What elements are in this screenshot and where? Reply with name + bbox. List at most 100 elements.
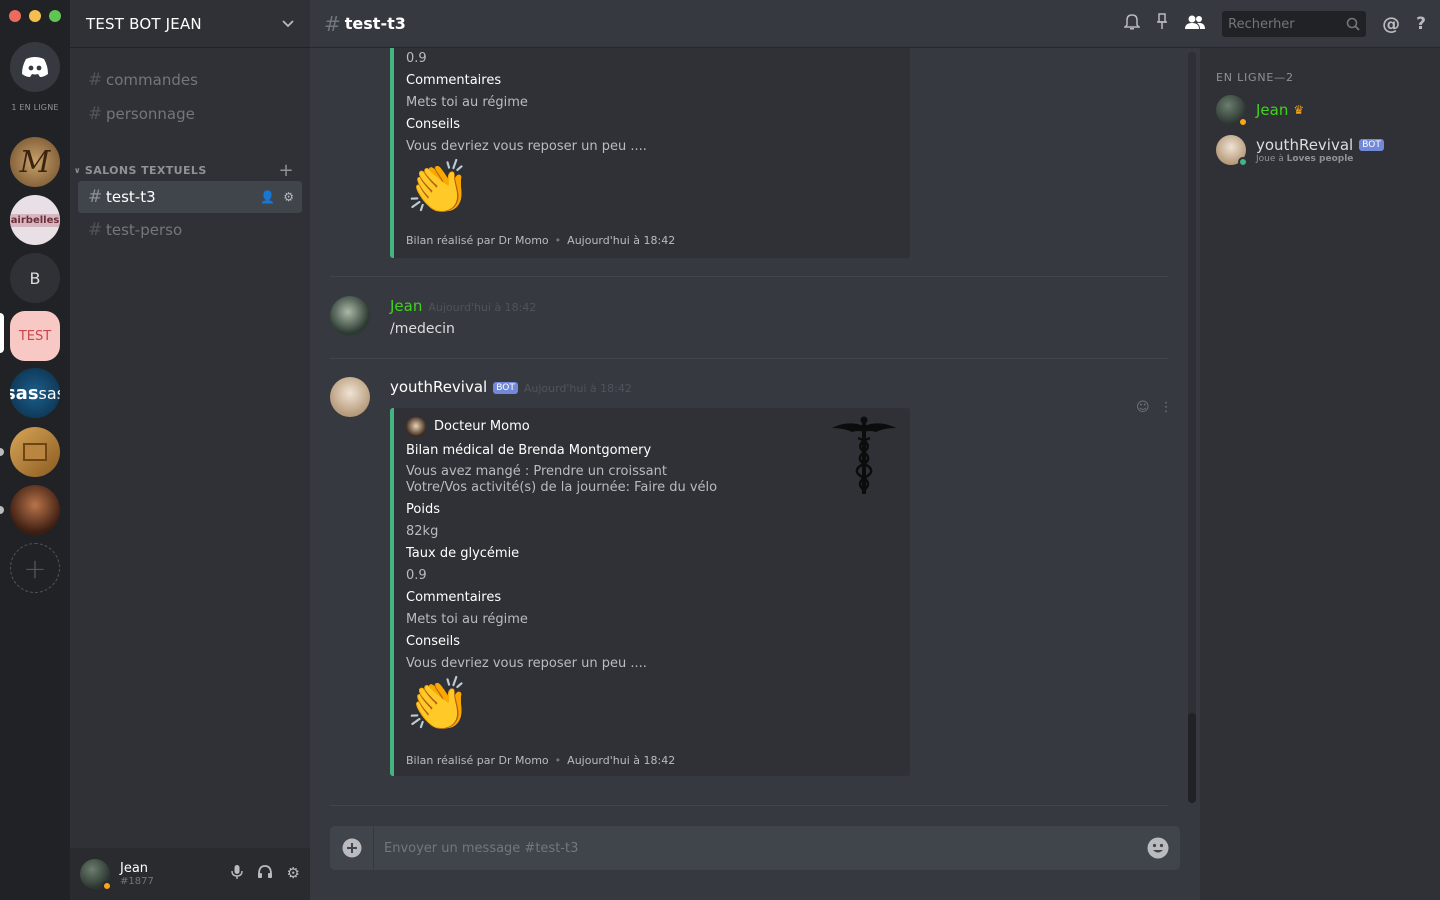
- chat-area: # test-t3 Recherher @ ? 0.9 Commentaires…: [310, 0, 1440, 900]
- member-name: youthRevival: [1256, 136, 1354, 154]
- server-sas-icon[interactable]: sassas: [10, 368, 60, 418]
- pin-icon[interactable]: [1156, 13, 1168, 35]
- add-server-plus: +: [23, 551, 47, 585]
- clapping-hands-emoji: 👏: [406, 158, 471, 218]
- category-header[interactable]: ∨ SALONS TEXTUELS +: [74, 160, 302, 181]
- help-icon[interactable]: ?: [1416, 14, 1426, 34]
- bot-badge: BOT: [1359, 139, 1384, 151]
- embed-footer-time: Aujourd'hui à 18:42: [567, 754, 676, 767]
- scrollbar-thumb[interactable]: [1188, 713, 1196, 803]
- server-b-icon[interactable]: B: [10, 253, 60, 303]
- mention-icon[interactable]: @: [1382, 14, 1400, 35]
- member-list: EN LIGNE—2 Jean ♛ youthRevival BOT Joue …: [1200, 48, 1440, 900]
- member-item-youthrevival[interactable]: youthRevival BOT Joue à Loves people: [1216, 130, 1436, 170]
- author-name[interactable]: Jean: [390, 297, 422, 315]
- search-icon: [1346, 17, 1360, 31]
- channel-test-t3[interactable]: # test-t3 👤 ⚙: [78, 181, 302, 213]
- category-label: SALONS TEXTUELS: [84, 163, 207, 177]
- embed-label-glycemie: Taux de glycémie: [406, 546, 520, 561]
- server-sas-text: sas: [38, 383, 60, 403]
- server-rail: 1 EN LIGNE M airbelles B TEST sassas +: [0, 0, 70, 900]
- member-avatar: [1216, 135, 1248, 167]
- channel-test-perso[interactable]: # test-perso: [78, 214, 302, 246]
- jean-avatar[interactable]: [330, 296, 370, 336]
- add-channel-icon[interactable]: +: [279, 160, 294, 181]
- add-reaction-icon[interactable]: ☺: [1136, 400, 1150, 415]
- smiley-icon: [1147, 837, 1169, 859]
- server-box-icon[interactable]: [10, 427, 60, 477]
- message-actions: ☺ ⋮: [1136, 400, 1173, 415]
- embed-label-commentaires: Commentaires: [406, 590, 502, 605]
- message-divider: [330, 358, 1168, 359]
- bell-icon[interactable]: [1123, 13, 1141, 35]
- channel-commandes[interactable]: # commandes: [78, 64, 302, 96]
- server-test-icon[interactable]: TEST: [10, 311, 60, 361]
- author-name[interactable]: youthRevival: [390, 378, 487, 396]
- embed-desc-line-1: Vous avez mangé : Prendre un croissant: [406, 464, 667, 479]
- add-server-button[interactable]: +: [10, 543, 60, 593]
- microphone-icon[interactable]: [230, 864, 243, 884]
- upload-button[interactable]: [330, 826, 374, 870]
- server-m-icon[interactable]: M: [10, 137, 60, 187]
- window-close-button[interactable]: [9, 10, 21, 22]
- channel-personnage[interactable]: # personnage: [78, 98, 302, 130]
- emoji-button[interactable]: [1136, 837, 1180, 859]
- embed-value-commentaires: Mets toi au régime: [406, 612, 528, 627]
- messages-list: 0.9 Commentaires Mets toi au régime Cons…: [310, 48, 1190, 808]
- home-button[interactable]: [10, 42, 60, 92]
- search-input[interactable]: Recherher: [1222, 11, 1367, 37]
- online-count: 1 EN LIGNE: [11, 103, 59, 112]
- hash-icon: #: [88, 70, 103, 90]
- status-idle-icon: [1238, 117, 1248, 127]
- more-options-icon[interactable]: ⋮: [1160, 400, 1173, 415]
- guild-name: TEST BOT JEAN: [86, 14, 202, 33]
- caduceus-icon: [832, 416, 896, 494]
- youthrevival-avatar[interactable]: [330, 377, 370, 417]
- message-header: Jean Aujourd'hui à 18:42: [390, 297, 536, 315]
- status-online-icon: [1238, 157, 1248, 167]
- embed-footer-time: Aujourd'hui à 18:42: [567, 234, 676, 247]
- server-airbelle-icon[interactable]: airbelles: [10, 195, 60, 245]
- embed-value-glycemie: 0.9: [406, 51, 427, 66]
- embed-label-commentaires: Commentaires: [406, 73, 502, 88]
- member-activity: Joue à Loves people: [1256, 154, 1384, 164]
- user-settings-gear-icon[interactable]: ⚙: [287, 864, 300, 884]
- status-idle-icon: [102, 881, 112, 891]
- embed-desc-line-2: Votre/Vos activité(s) de la journée: Fai…: [406, 480, 718, 495]
- server-crowd-icon[interactable]: [10, 485, 60, 535]
- message-timestamp: Aujourd'hui à 18:42: [523, 382, 632, 395]
- window-zoom-button[interactable]: [49, 10, 61, 22]
- server-airbelle-label: airbelles: [10, 213, 60, 227]
- embed-value-glycemie: 0.9: [406, 568, 427, 583]
- user-avatar[interactable]: [80, 859, 112, 891]
- invite-icon[interactable]: 👤: [260, 190, 275, 204]
- embed-card: Docteur Momo Bilan médical de Brenda Mon…: [390, 408, 910, 776]
- active-server-indicator: [0, 313, 4, 353]
- message-input[interactable]: Envoyer un message #test-t3: [374, 841, 1136, 856]
- locked-hash-icon: #: [88, 104, 103, 124]
- unread-indicator-2: [0, 506, 4, 514]
- box-image: [23, 443, 47, 461]
- embed-author-row: Docteur Momo: [406, 408, 898, 438]
- member-item-jean[interactable]: Jean ♛: [1216, 90, 1436, 130]
- guild-header[interactable]: TEST BOT JEAN: [70, 0, 310, 48]
- member-name: Jean: [1256, 101, 1289, 119]
- hash-icon: #: [88, 187, 103, 207]
- unread-indicator: [0, 448, 4, 456]
- plus-circle-icon: [342, 838, 361, 858]
- channel-sidebar: TEST BOT JEAN # commandes # personnage ∨…: [70, 0, 310, 900]
- member-avatar: [1216, 95, 1248, 127]
- embed-card-previous: 0.9 Commentaires Mets toi au régime Cons…: [390, 48, 910, 258]
- discord-logo-icon: [22, 57, 48, 77]
- embed-footer-text: Bilan réalisé par Dr Momo: [406, 754, 549, 767]
- member-list-icon[interactable]: [1184, 14, 1206, 35]
- footer-dot: •: [554, 754, 562, 767]
- hash-icon: #: [324, 11, 341, 36]
- scrollbar-track[interactable]: [1188, 52, 1196, 802]
- embed-author-name: Docteur Momo: [434, 419, 530, 434]
- search-placeholder: Recherher: [1228, 16, 1295, 32]
- gear-icon[interactable]: ⚙: [283, 190, 294, 204]
- headphones-icon[interactable]: [257, 864, 273, 884]
- embed-label-conseils: Conseils: [406, 634, 461, 649]
- window-minimize-button[interactable]: [29, 10, 41, 22]
